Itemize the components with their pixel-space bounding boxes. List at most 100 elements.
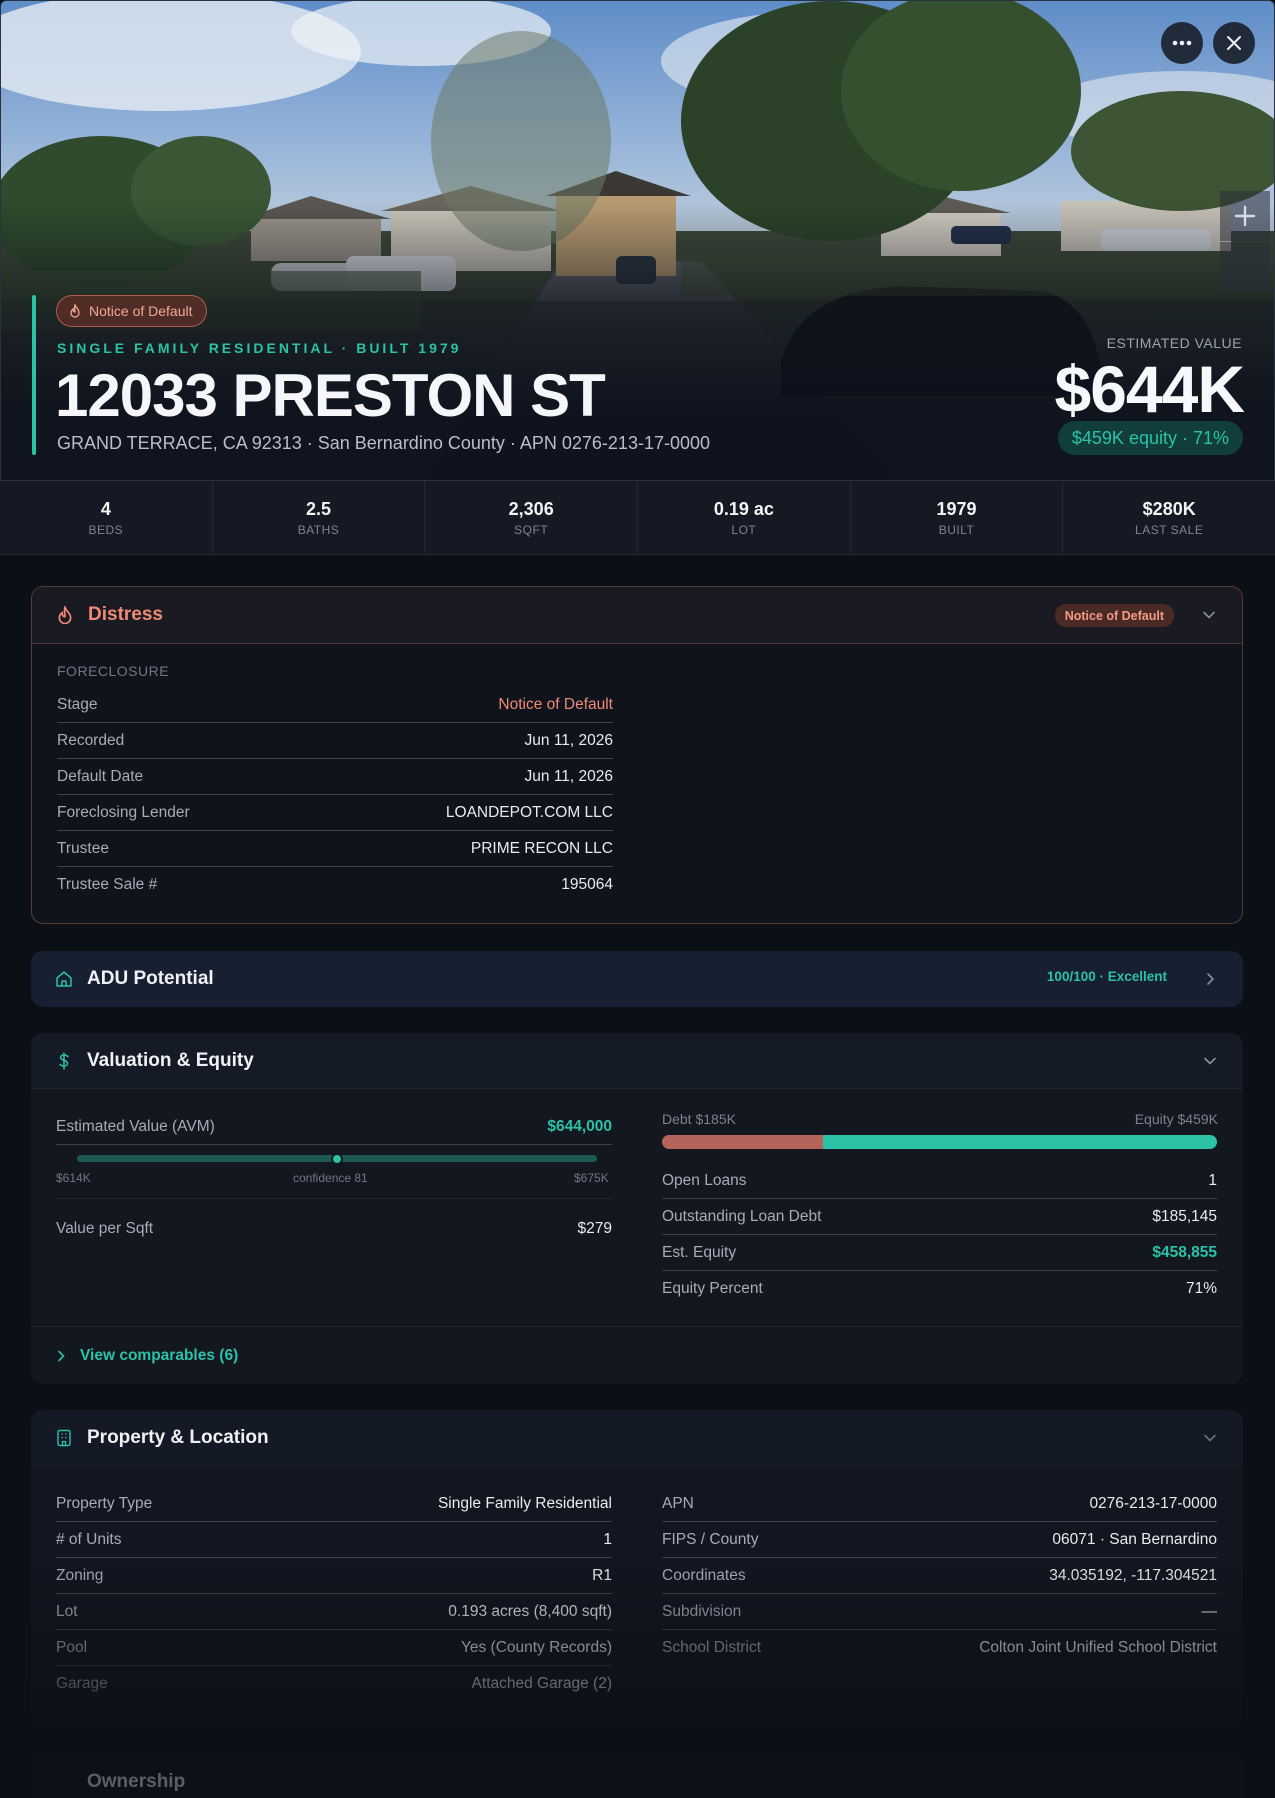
stat-baths: 2.5 BATHS (213, 481, 426, 554)
row-value: Notice of Default (498, 695, 613, 713)
row-label: Default Date (57, 767, 144, 785)
stat-label: LAST SALE (1135, 522, 1204, 537)
row-value: Jun 11, 2026 (524, 767, 613, 785)
debt-segment (662, 1135, 823, 1149)
row-label: Open Loans (662, 1171, 747, 1189)
stat-sqft: 2,306 SQFT (425, 481, 639, 554)
adu-potential-section[interactable]: ADU Potential 100/100 · Excellent (31, 951, 1243, 1007)
est-equity-row: Est. Equity $458,855 (662, 1235, 1217, 1271)
foreclosure-row-stage: Stage Notice of Default (57, 687, 613, 723)
row-label: Trustee (57, 839, 109, 857)
prop-row-apn: APN 0276-213-17-0000 (662, 1486, 1217, 1522)
distress-status-badge: Notice of Default (56, 295, 207, 327)
stat-lot: 0.19 ac LOT (638, 481, 851, 554)
adu-score-badge: 100/100 · Excellent (1046, 969, 1167, 984)
view-comparables-link[interactable]: View comparables (6) (31, 1326, 1243, 1384)
row-value: Jun 11, 2026 (524, 731, 613, 749)
row-label: Equity Percent (662, 1280, 763, 1297)
valuation-section-header[interactable]: Valuation & Equity (31, 1033, 1243, 1089)
confidence-range-bar (77, 1152, 597, 1165)
close-button[interactable] (1213, 22, 1255, 64)
flame-icon (58, 606, 72, 624)
row-label: Estimated Value (AVM) (56, 1117, 215, 1135)
row-value: 1 (1208, 1171, 1217, 1189)
foreclosure-row-trustee: Trustee PRIME RECON LLC (57, 831, 613, 867)
row-label: Subdivision (662, 1602, 742, 1620)
foreclosure-section-label: FORECLOSURE (57, 663, 170, 679)
row-label: Value per Sqft (56, 1220, 154, 1237)
row-label: APN (662, 1494, 694, 1512)
range-confidence-label: confidence 81 (293, 1171, 368, 1185)
foreclosure-row-lender: Foreclosing Lender LOANDEPOT.COM LLC (57, 795, 613, 831)
adu-section-header[interactable]: ADU Potential 100/100 · Excellent (31, 951, 1243, 1007)
more-options-button[interactable] (1161, 22, 1203, 64)
row-value: $185,145 (1152, 1207, 1217, 1225)
stat-value: 2,306 (508, 498, 554, 519)
home-icon (56, 971, 72, 987)
stat-value: $280K (1142, 498, 1196, 519)
stat-last-sale: $280K LAST SALE (1063, 481, 1275, 554)
row-label: Foreclosing Lender (57, 803, 190, 821)
chevron-down-icon[interactable] (1203, 1054, 1217, 1068)
property-type-line: SINGLE FAMILY RESIDENTIAL · BUILT 1979 (57, 340, 462, 356)
valuation-title: Valuation & Equity (87, 1049, 254, 1071)
foreclosure-row-recorded: Recorded Jun 11, 2026 (57, 723, 613, 759)
row-label: Trustee Sale # (57, 876, 158, 893)
prop-row-pool: Pool Yes (County Records) (56, 1630, 612, 1666)
row-value: PRIME RECON LLC (470, 839, 613, 857)
stat-value: 4 (100, 498, 111, 519)
prop-row-coordinates: Coordinates 34.035192, -117.304521 (662, 1558, 1217, 1594)
distress-section-header[interactable]: Distress Notice of Default (32, 587, 1242, 644)
more-icon (1172, 40, 1192, 46)
view-comparables-label: View comparables (6) (80, 1346, 239, 1364)
street-view-hero: Notice of Default SINGLE FAMILY RESIDENT… (0, 0, 1275, 480)
equity-badge: $459K equity · 71% (1057, 421, 1243, 455)
row-label: Coordinates (662, 1566, 746, 1584)
chevron-down-icon[interactable] (1202, 608, 1216, 622)
row-label: Outstanding Loan Debt (662, 1207, 822, 1225)
open-loans-row: Open Loans 1 (662, 1163, 1217, 1199)
equity-segment (822, 1135, 1217, 1149)
property-address-title: 12033 PRESTON ST (55, 362, 606, 429)
property-section-header[interactable]: Property & Location (31, 1410, 1243, 1466)
estimated-value: $644K (1054, 352, 1245, 426)
row-value: 71% (1185, 1280, 1217, 1297)
stat-label: SQFT (514, 522, 549, 537)
foreclosure-row-default-date: Default Date Jun 11, 2026 (57, 759, 613, 795)
debt-equity-bar (662, 1135, 1217, 1149)
flame-icon (70, 304, 80, 318)
property-location-subtitle: GRAND TERRACE, CA 92313 · San Bernardino… (57, 433, 711, 453)
range-high-label: $675K (574, 1171, 609, 1185)
dollar-icon (59, 1051, 69, 1070)
distress-badge-label: Notice of Default (89, 303, 193, 319)
distress-stage-badge: Notice of Default (1054, 604, 1174, 627)
row-label: Recorded (57, 731, 125, 749)
equity-percent-row: Equity Percent 71% (662, 1271, 1217, 1307)
confidence-marker (331, 1152, 343, 1165)
chevron-right-icon[interactable] (1203, 972, 1217, 986)
row-label: Lot (56, 1602, 78, 1620)
prop-row-subdivision: Subdivision — (662, 1594, 1217, 1630)
row-label: # of Units (56, 1530, 122, 1548)
avm-row: Estimated Value (AVM) $644,000 (56, 1109, 612, 1145)
zoom-out-button[interactable] (1220, 242, 1270, 292)
chevron-down-icon[interactable] (1203, 1431, 1217, 1445)
row-value: Yes (County Records) (460, 1638, 612, 1656)
row-value: $279 (577, 1220, 612, 1237)
stat-value: 1979 (936, 498, 977, 519)
zoom-in-button[interactable] (1220, 191, 1270, 241)
row-value: Attached Garage (2) (471, 1675, 612, 1692)
stat-label: LOT (731, 522, 757, 537)
row-label: Garage (56, 1675, 108, 1692)
stat-label: BATHS (297, 522, 340, 537)
valuation-equity-section: Valuation & Equity Estimated Value (AVM)… (31, 1033, 1243, 1384)
row-value: 1 (603, 1530, 612, 1548)
equity-label: Equity $459K (1134, 1111, 1218, 1127)
row-label: Zoning (56, 1566, 104, 1584)
stat-beds: 4 BEDS (0, 481, 213, 554)
row-value: 34.035192, -117.304521 (1049, 1566, 1217, 1584)
ownership-section[interactable]: Ownership (31, 1752, 1243, 1798)
row-label: FIPS / County (662, 1530, 759, 1548)
row-label: Est. Equity (662, 1243, 737, 1261)
prop-row-lot: Lot 0.193 acres (8,400 sqft) (56, 1594, 612, 1630)
